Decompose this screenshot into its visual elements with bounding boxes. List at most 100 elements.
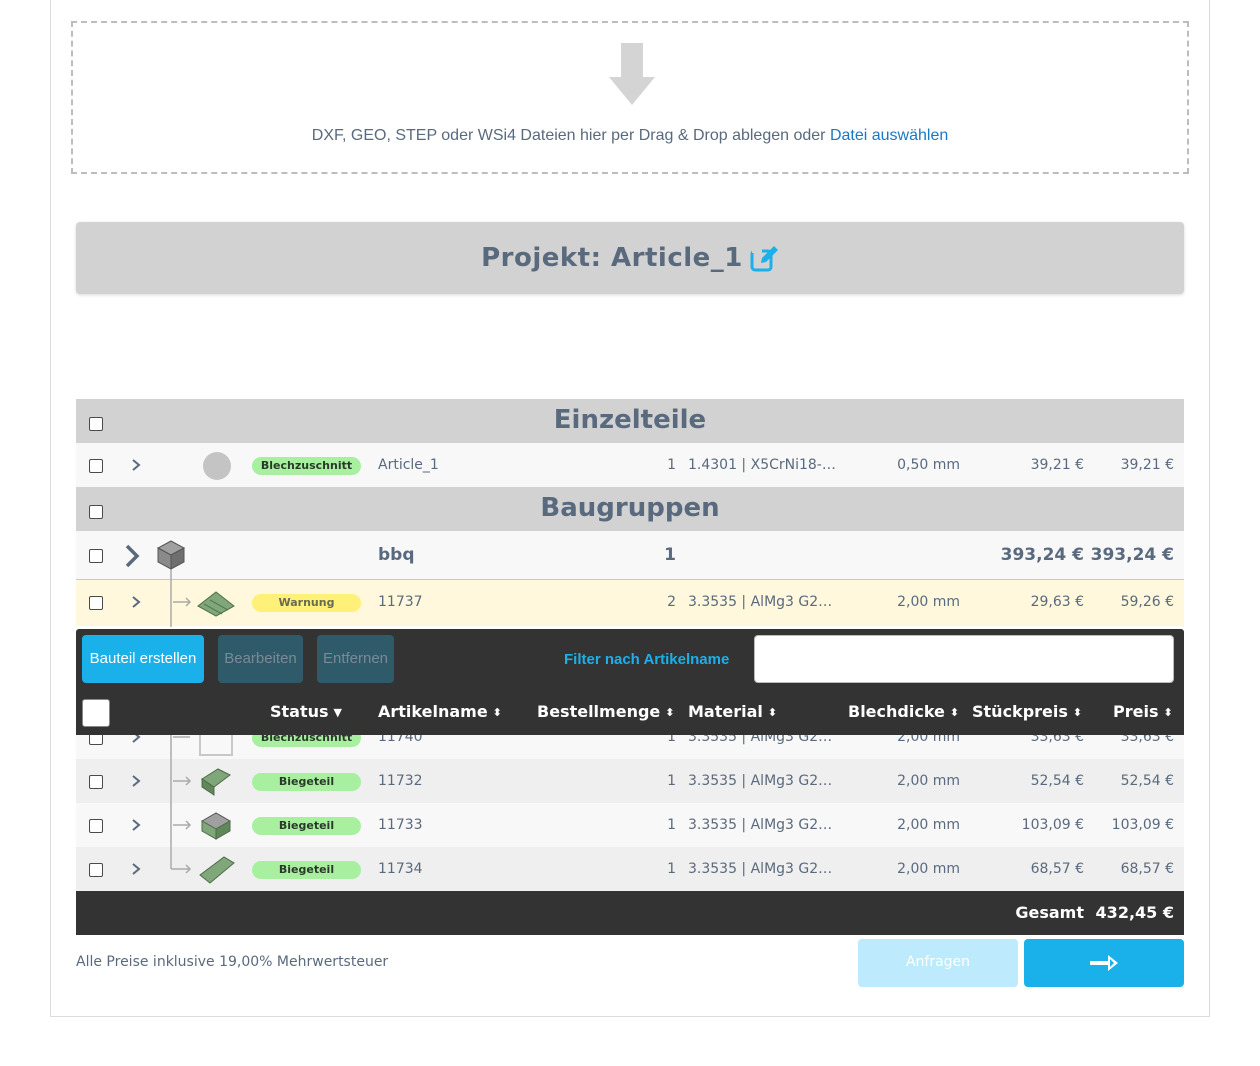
remove-button[interactable]: Entfernen	[317, 635, 394, 683]
column-unit-price[interactable]: Stückpreis ⬍	[972, 702, 1082, 721]
price: 52,54 €	[1120, 773, 1174, 789]
quantity: 1	[667, 773, 676, 789]
chevron-right-icon[interactable]	[131, 818, 141, 832]
quantity: 1	[667, 457, 676, 473]
filter-input[interactable]	[754, 635, 1174, 683]
table-row[interactable]: Biegeteil 11734 1 3.3535 | AlMg3 G2… 2,0…	[76, 847, 1184, 891]
unit-price: 68,57 €	[1030, 861, 1084, 877]
part-thumbnail	[201, 768, 231, 796]
project-header: Projekt: Article_1	[76, 222, 1184, 294]
select-file-link[interactable]: Datei auswählen	[830, 127, 948, 144]
row-checkbox[interactable]	[89, 549, 103, 563]
sort-icon: ⬍	[949, 706, 960, 719]
section-title-single: Einzelteile	[553, 405, 707, 435]
row-checkbox[interactable]	[89, 735, 103, 745]
column-quantity[interactable]: Bestellmenge ⬍	[537, 702, 674, 721]
row-checkbox[interactable]	[89, 459, 103, 473]
tree-connector	[170, 735, 190, 759]
chevron-right-icon[interactable]	[131, 735, 141, 744]
table-row[interactable]: Biegeteil 11733 1 3.3535 | AlMg3 G2… 2,0…	[76, 803, 1184, 847]
unit-price: 29,63 €	[1030, 594, 1084, 610]
part-thumbnail	[199, 735, 233, 756]
section-header-assemblies: Baugruppen	[76, 487, 1184, 531]
chevron-right-icon[interactable]	[131, 862, 141, 876]
material: 1.4301 | X5CrNi18-…	[688, 457, 836, 473]
part-thumbnail	[200, 812, 232, 840]
row-checkbox[interactable]	[89, 863, 103, 877]
row-checkbox[interactable]	[89, 596, 103, 610]
price: 33,63 €	[1120, 735, 1174, 745]
select-all-checkbox[interactable]	[82, 699, 110, 727]
chevron-right-icon[interactable]	[131, 595, 141, 609]
file-dropzone[interactable]: DXF, GEO, STEP oder WSi4 Dateien hier pe…	[71, 21, 1189, 174]
article-name: 11733	[378, 817, 423, 833]
status-badge: Blechzuschnitt	[252, 735, 361, 747]
status-badge: Biegeteil	[252, 861, 361, 879]
edit-icon[interactable]	[749, 244, 779, 274]
row-checkbox[interactable]	[89, 775, 103, 789]
thickness: 2,00 mm	[897, 594, 960, 610]
dropzone-text: DXF, GEO, STEP oder WSi4 Dateien hier pe…	[73, 127, 1187, 145]
thickness: 2,00 mm	[897, 735, 960, 745]
thickness: 2,00 mm	[897, 861, 960, 877]
quantity: 1	[667, 735, 676, 745]
table-header: Status ▼ Artikelname ⬍ Bestellmenge ⬍ Mater…	[76, 689, 1184, 735]
chevron-right-icon[interactable]	[124, 543, 140, 569]
material: 3.3535 | AlMg3 G2…	[688, 773, 833, 789]
status-badge: Warnung	[252, 594, 361, 612]
column-name-label: Artikelname	[378, 702, 488, 721]
column-quantity-label: Bestellmenge	[537, 702, 661, 721]
quantity: 1	[667, 817, 676, 833]
column-price[interactable]: Preis ⬍	[1113, 702, 1173, 721]
next-button[interactable]	[1024, 939, 1184, 987]
part-thumbnail	[197, 591, 235, 617]
thickness: 2,00 mm	[897, 773, 960, 789]
chevron-right-icon[interactable]	[131, 774, 141, 788]
column-material[interactable]: Material ⬍	[688, 702, 777, 721]
column-status[interactable]: Status ▼	[270, 702, 342, 721]
edit-button[interactable]: Bearbeiten	[218, 635, 303, 683]
column-thickness[interactable]: Blechdicke ⬍	[848, 702, 959, 721]
vat-note: Alle Preise inklusive 19,00% Mehrwertste…	[76, 954, 389, 970]
create-part-button[interactable]: Bauteil erstellen	[82, 635, 204, 683]
assembly-parts-list: Blechzuschnitt 11740 1 3.3535 | AlMg3 G2…	[76, 735, 1184, 891]
action-toolbar: Bauteil erstellen Bearbeiten Entfernen F…	[76, 629, 1184, 689]
row-checkbox[interactable]	[89, 819, 103, 833]
parts-table: Einzelteile Blechzuschnitt Article_1 1 1…	[76, 399, 1184, 627]
tree-connector	[170, 803, 192, 847]
arrow-right-icon	[1090, 955, 1118, 971]
table-row[interactable]: Blechzuschnitt Article_1 1 1.4301 | X5Cr…	[76, 443, 1184, 487]
column-status-label: Status	[270, 702, 329, 721]
table-row-partial[interactable]: Blechzuschnitt 11740 1 3.3535 | AlMg3 G2…	[76, 735, 1184, 759]
section-title-assemblies: Baugruppen	[540, 493, 720, 523]
unit-price: 52,54 €	[1030, 773, 1084, 789]
assembly-quantity: 1	[664, 545, 676, 565]
column-name[interactable]: Artikelname ⬍	[378, 702, 502, 721]
request-button[interactable]: Anfragen	[858, 939, 1018, 987]
price: 103,09 €	[1111, 817, 1174, 833]
quantity: 2	[667, 594, 676, 610]
tree-connector	[170, 847, 192, 874]
column-material-label: Material	[688, 702, 763, 721]
thickness: 0,50 mm	[897, 457, 960, 473]
table-row[interactable]: Warnung 11737 2 3.3535 | AlMg3 G2… 2,00 …	[76, 570, 1184, 627]
price: 39,21 €	[1120, 457, 1174, 473]
status-badge: Blechzuschnitt	[252, 457, 361, 475]
assembly-row[interactable]: bbq 1 393,24 € 393,24 €	[76, 531, 1184, 579]
filter-label: Filter nach Artikelname	[564, 651, 730, 668]
part-thumbnail	[203, 452, 231, 480]
table-row[interactable]: Biegeteil 11732 1 3.3535 | AlMg3 G2… 2,0…	[76, 759, 1184, 803]
sort-icon: ⬍	[492, 706, 502, 719]
article-name: 11732	[378, 773, 423, 789]
unit-price: 33,63 €	[1030, 735, 1084, 745]
material: 3.3535 | AlMg3 G2…	[688, 817, 833, 833]
price: 68,57 €	[1120, 861, 1174, 877]
column-thickness-label: Blechdicke	[848, 702, 945, 721]
unit-price: 39,21 €	[1030, 457, 1084, 473]
column-unit-price-label: Stückpreis	[972, 702, 1068, 721]
article-name: 11740	[378, 735, 423, 745]
down-arrow-icon	[609, 43, 655, 105]
total-label: Gesamt	[1015, 903, 1084, 922]
tree-connector	[170, 759, 192, 803]
chevron-right-icon[interactable]	[131, 458, 141, 472]
